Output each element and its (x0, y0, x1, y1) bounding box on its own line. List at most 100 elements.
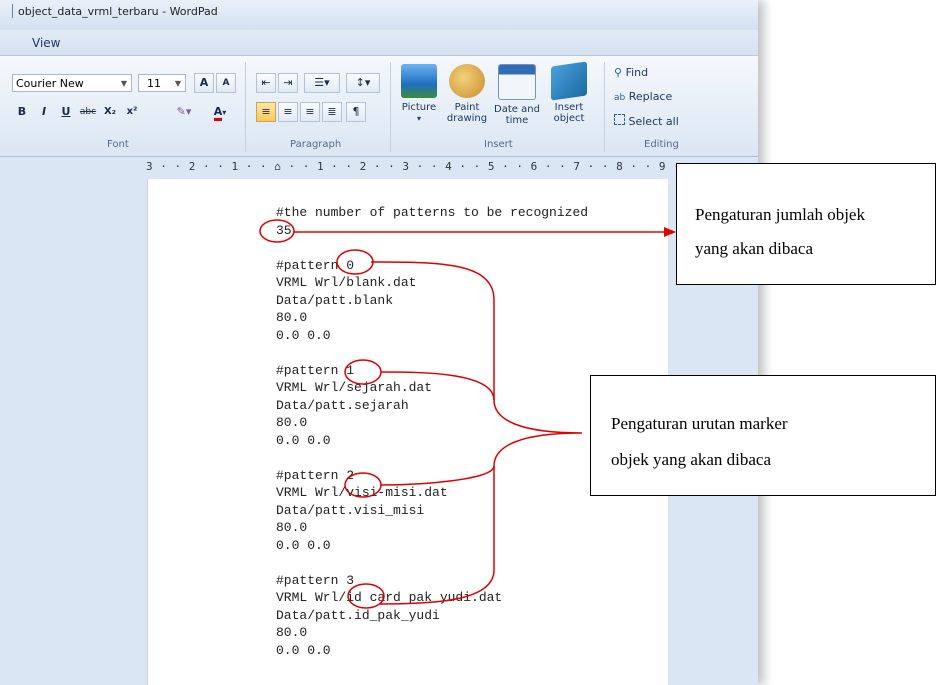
document-line: VRML Wrl/sejarah.dat (276, 380, 433, 395)
select-all-icon (614, 114, 625, 125)
chevron-down-icon: ▾ (416, 114, 421, 123)
replace-button[interactable]: ab Replace (614, 90, 672, 103)
align-left-icon: ≡ (261, 105, 271, 118)
justify-button[interactable]: ≣ (322, 102, 342, 122)
bullet-list-icon: ☰▾ (314, 76, 330, 89)
document-line: #pattern 0 (276, 257, 355, 273)
replace-label: Replace (628, 90, 673, 103)
font-size-select[interactable]: 11 ▼ (138, 74, 186, 92)
italic-button[interactable]: I (34, 102, 54, 122)
date-time-button[interactable]: Date and time (494, 64, 540, 126)
font-group-label: Font (107, 139, 129, 150)
chevron-down-icon: ▾ (222, 108, 227, 117)
title-separator (12, 4, 13, 18)
document-line: VRML Wrl/blank.dat (276, 275, 417, 290)
object-cube-icon (551, 61, 587, 101)
calendar-icon (498, 64, 536, 100)
document-line: 35 (276, 222, 292, 238)
document-line: #pattern 2 (276, 467, 355, 483)
document-line: 80.0 (276, 625, 308, 640)
document-line: Data/patt.visi_misi (276, 502, 425, 518)
callout-pattern-count: Pengaturan jumlah objek yang akan dibaca (676, 163, 936, 285)
chevron-down-icon: ▼ (120, 79, 127, 88)
document-line: Data/patt.blank (276, 292, 394, 308)
callout-1-line-1: Pengaturan jumlah objek (695, 205, 865, 224)
picture-icon (401, 64, 437, 98)
document-line: 80.0 (276, 520, 308, 535)
find-button[interactable]: ⚲ Find (614, 66, 648, 79)
document-line: 0.0 0.0 (276, 327, 331, 343)
window-title: object_data_vrml_terbaru - WordPad (18, 5, 218, 18)
ruler-ticks: 3 · · 2 · · 1 · · ⌂ · · 1 · · 2 · · 3 · … (146, 160, 695, 173)
select-all-label: Select all (628, 115, 679, 128)
strikethrough-icon: abc (79, 107, 97, 117)
font-family-select[interactable]: Courier New ▼ (12, 74, 132, 92)
align-right-button[interactable]: ≡ (300, 102, 320, 122)
increase-indent-button[interactable]: ⇥ (278, 73, 298, 93)
document-text[interactable]: #the number of patterns to be recognized… (276, 204, 588, 659)
group-separator (245, 62, 246, 152)
font-color-button[interactable]: A▾ (204, 102, 236, 122)
menu-view[interactable]: View (32, 36, 60, 50)
font-size-value: 11 (147, 77, 161, 90)
align-left-button[interactable]: ≡ (256, 102, 276, 122)
callout-1-line-2: yang akan dibaca (695, 239, 813, 258)
document-line: 80.0 (276, 415, 308, 430)
ribbon: Courier New ▼ 11 ▼ A A B I U abc X₂ x² ✎▾ … (0, 56, 758, 157)
paint-drawing-button[interactable]: Paint drawing (444, 64, 490, 124)
font-family-value: Courier New (16, 77, 84, 90)
grow-font-button[interactable]: A (194, 73, 214, 93)
menu-bar: View (0, 30, 758, 56)
callout-2-line-2: objek yang akan dibaca (611, 450, 772, 469)
superscript-icon: x² (126, 106, 138, 117)
document-line: VRML Wrl/id card pak yudi.dat (276, 590, 503, 605)
bold-icon: B (17, 105, 27, 118)
paint-palette-icon (449, 64, 485, 98)
document-line: Data/patt.sejarah (276, 397, 409, 413)
superscript-button[interactable]: x² (122, 102, 142, 122)
subscript-button[interactable]: X₂ (100, 102, 120, 122)
document-line: Data/patt.id_pak_yudi (276, 607, 440, 623)
align-right-icon: ≡ (305, 105, 315, 118)
font-color-icon: A (213, 105, 223, 121)
bullets-button[interactable]: ☰▾ (304, 73, 340, 93)
select-all-button[interactable]: Select all (614, 114, 679, 128)
paragraph-group-label: Paragraph (290, 139, 342, 150)
document-line: 80.0 (276, 310, 308, 325)
decrease-indent-button[interactable]: ⇤ (256, 73, 276, 93)
increase-indent-icon: ⇥ (283, 76, 293, 89)
ruler[interactable]: 3 · · 2 · · 1 · · ⌂ · · 1 · · 2 · · 3 · … (0, 157, 758, 179)
find-label: Find (625, 66, 649, 79)
bold-button[interactable]: B (12, 102, 32, 122)
align-center-button[interactable]: ≡ (278, 102, 298, 122)
document-line: 0.0 0.0 (276, 537, 331, 553)
document-line: #pattern 1 (276, 362, 355, 378)
highlight-button[interactable]: ✎▾ (168, 102, 200, 122)
paragraph-icon: ¶ (352, 105, 360, 118)
insert-object-button[interactable]: Insert object (546, 61, 592, 124)
line-spacing-button[interactable]: ↕▾ (346, 73, 380, 93)
editing-group-label: Editing (644, 139, 679, 150)
paragraph-button[interactable]: ¶ (346, 102, 366, 122)
replace-icon: ab (614, 93, 626, 103)
decrease-indent-icon: ⇤ (261, 76, 271, 89)
justify-icon: ≣ (327, 105, 337, 118)
underline-icon: U (61, 105, 71, 118)
highlighter-icon: ✎▾ (176, 105, 192, 118)
callout-2-line-1: Pengaturan urutan marker (611, 414, 788, 433)
shrink-font-button[interactable]: A (216, 73, 236, 93)
strikethrough-button[interactable]: abc (78, 102, 98, 122)
underline-button[interactable]: U (56, 102, 76, 122)
picture-label: Picture (401, 102, 437, 113)
subscript-icon: X₂ (103, 106, 117, 117)
date-time-label: Date and time (494, 104, 540, 126)
picture-button[interactable]: Picture ▾ (396, 64, 442, 124)
line-spacing-icon: ↕▾ (355, 76, 371, 89)
group-separator (390, 62, 391, 152)
insert-group-label: Insert (484, 139, 513, 150)
group-separator (604, 62, 605, 152)
title-bar: object_data_vrml_terbaru - WordPad (0, 0, 758, 30)
